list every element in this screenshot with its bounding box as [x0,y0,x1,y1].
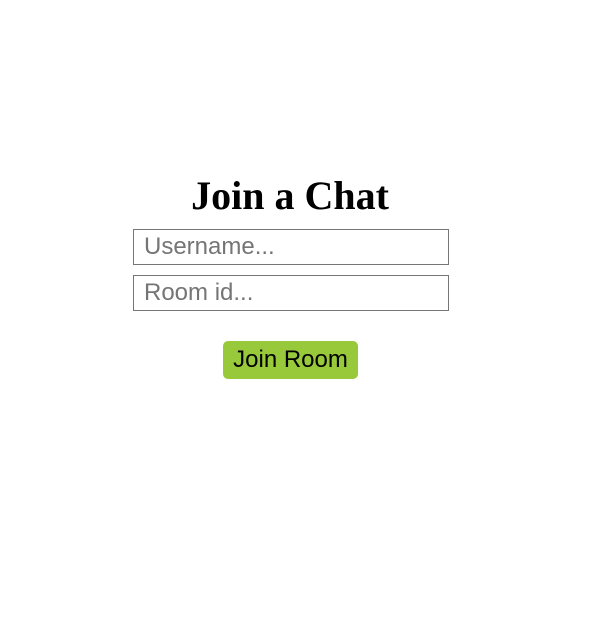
username-input[interactable] [133,229,449,265]
join-room-button[interactable]: Join Room [223,341,358,379]
join-chat-container: Join a Chat Join Room [0,0,580,618]
page-title: Join a Chat [191,173,389,218]
room-id-input[interactable] [133,275,449,311]
